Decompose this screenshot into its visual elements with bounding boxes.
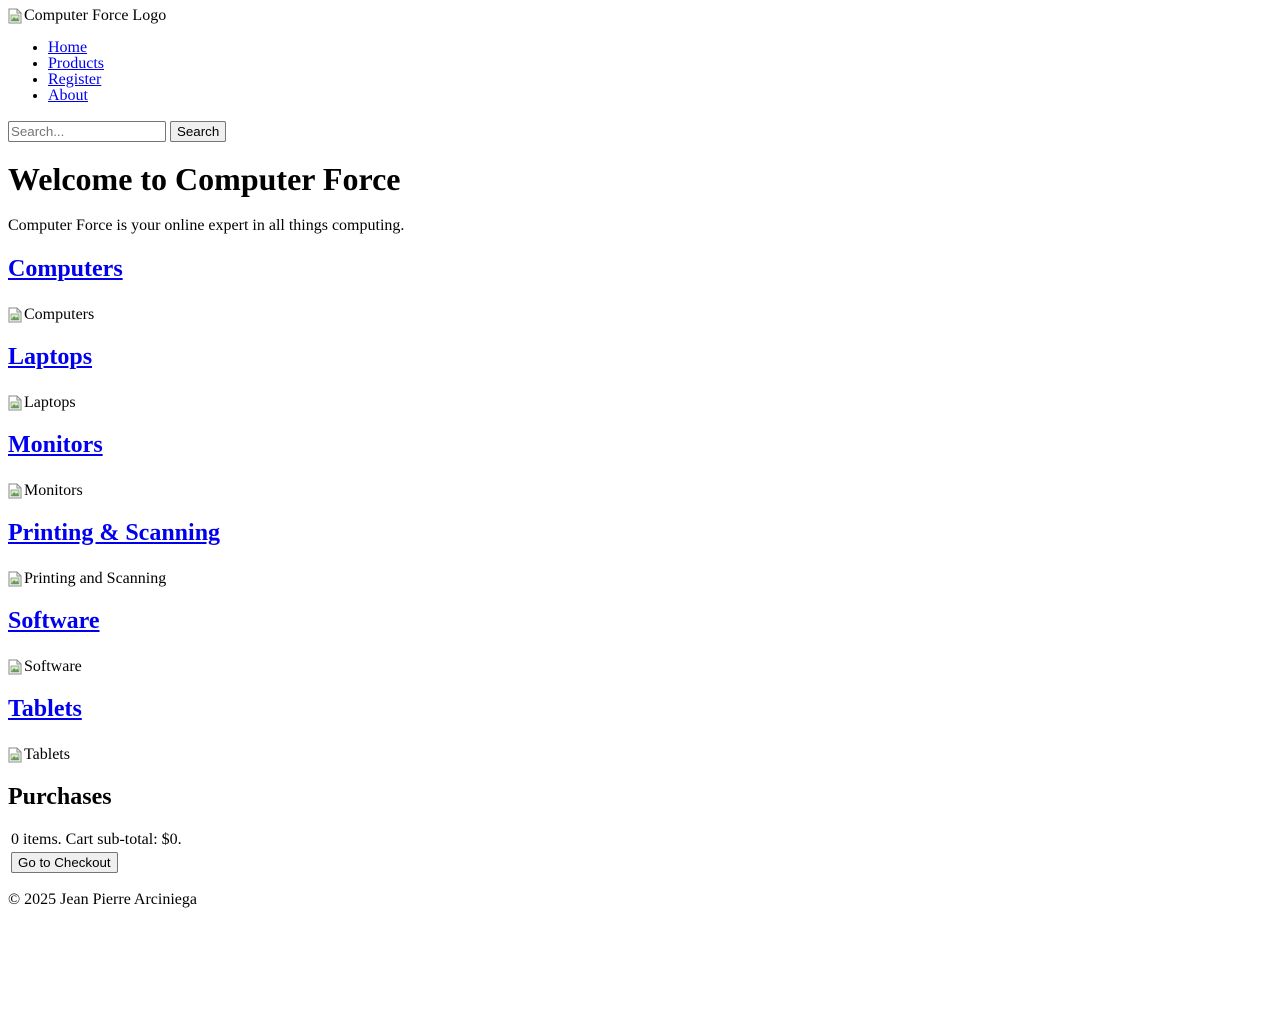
category-image-alt-text: Tablets xyxy=(24,746,70,763)
cart-summary-box: 0 items. Cart sub-total: $0. Go to Check… xyxy=(11,831,1272,873)
site-footer: © 2025 Jean Pierre Arciniega xyxy=(8,891,1272,909)
category-heading: Software xyxy=(8,607,1272,635)
category-computers: Computers Computers xyxy=(8,255,1272,323)
site-logo-alt-text: Computer Force Logo xyxy=(24,7,167,24)
broken-image-icon xyxy=(8,483,22,499)
category-tablets: Tablets Tablets xyxy=(8,695,1272,763)
category-image-alt-text: Monitors xyxy=(24,482,83,499)
category-heading: Tablets xyxy=(8,695,1272,723)
category-monitors: Monitors Monitors xyxy=(8,431,1272,499)
broken-image-icon xyxy=(8,307,22,323)
search-button[interactable]: Search xyxy=(170,121,227,142)
category-image-row: Laptops xyxy=(8,395,1272,411)
logo-row: Computer Force Logo xyxy=(8,8,1272,24)
category-image-row: Monitors xyxy=(8,483,1272,499)
category-image-printing-scanning: Printing and Scanning xyxy=(8,571,166,587)
category-laptops: Laptops Laptops xyxy=(8,343,1272,411)
category-link-software[interactable]: Software xyxy=(8,608,100,634)
category-link-computers[interactable]: Computers xyxy=(8,256,123,282)
category-image-alt-text: Laptops xyxy=(24,394,76,411)
site-logo: Computer Force Logo xyxy=(8,8,166,24)
intro-text: Computer Force is your online expert in … xyxy=(8,217,405,234)
category-heading: Monitors xyxy=(8,431,1272,459)
category-software: Software Software xyxy=(8,607,1272,675)
category-image-row: Printing and Scanning xyxy=(8,571,1272,587)
nav-link-products[interactable]: Products xyxy=(48,55,104,72)
category-link-monitors[interactable]: Monitors xyxy=(8,432,103,458)
nav-link-home[interactable]: Home xyxy=(48,39,87,56)
page-title: Welcome to Computer Force xyxy=(8,161,401,197)
nav-link-register[interactable]: Register xyxy=(48,71,101,88)
category-heading: Laptops xyxy=(8,343,1272,371)
category-image-tablets: Tablets xyxy=(8,747,70,763)
category-image-alt-text: Printing and Scanning xyxy=(24,570,167,587)
category-link-laptops[interactable]: Laptops xyxy=(8,344,92,370)
nav-item-home: Home xyxy=(48,40,1272,56)
main-content: Welcome to Computer Force Computer Force… xyxy=(8,161,1272,873)
category-image-software: Software xyxy=(8,659,82,675)
purchases-section: Purchases 0 items. Cart sub-total: $0. G… xyxy=(8,783,1272,873)
category-printing-scanning: Printing & Scanning Printing and Scannin… xyxy=(8,519,1272,587)
category-image-row: Software xyxy=(8,659,1272,675)
nav-list: Home Products Register About xyxy=(8,40,1272,104)
category-image-alt-text: Computers xyxy=(24,306,95,323)
nav-item-register: Register xyxy=(48,72,1272,88)
category-image-computers: Computers xyxy=(8,307,94,323)
category-image-monitors: Monitors xyxy=(8,483,83,499)
main-nav: Home Products Register About xyxy=(8,40,1272,104)
purchases-heading: Purchases xyxy=(8,784,112,810)
category-link-printing-scanning[interactable]: Printing & Scanning xyxy=(8,520,220,546)
search-form: Search xyxy=(8,120,1272,143)
cart-summary-text: 0 items. Cart sub-total: $0. xyxy=(11,831,182,848)
broken-image-icon xyxy=(8,571,22,587)
nav-item-products: Products xyxy=(48,56,1272,72)
site-header: Computer Force Logo Home Products Regist… xyxy=(8,8,1272,143)
category-image-row: Computers xyxy=(8,307,1272,323)
search-input[interactable] xyxy=(8,121,166,142)
nav-link-about[interactable]: About xyxy=(48,87,88,104)
category-image-alt-text: Software xyxy=(24,658,82,675)
copyright-text: © 2025 Jean Pierre Arciniega xyxy=(8,891,197,908)
category-image-laptops: Laptops xyxy=(8,395,76,411)
broken-image-icon xyxy=(8,659,22,675)
category-link-tablets[interactable]: Tablets xyxy=(8,696,82,722)
broken-image-icon xyxy=(8,395,22,411)
category-heading: Printing & Scanning xyxy=(8,519,1272,547)
category-heading: Computers xyxy=(8,255,1272,283)
broken-image-icon xyxy=(8,747,22,763)
checkout-button[interactable]: Go to Checkout xyxy=(11,852,118,873)
category-image-row: Tablets xyxy=(8,747,1272,763)
broken-image-icon xyxy=(8,8,22,24)
nav-item-about: About xyxy=(48,88,1272,104)
